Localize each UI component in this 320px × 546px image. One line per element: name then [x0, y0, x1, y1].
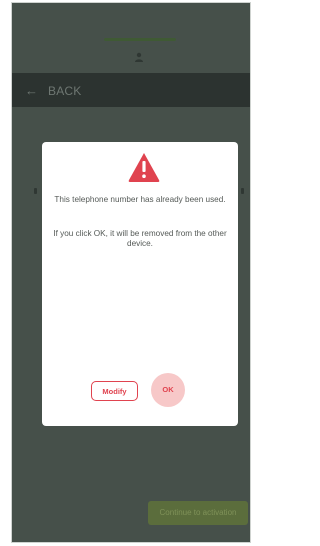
header-divider — [104, 38, 176, 41]
ok-button[interactable]: OK — [151, 373, 185, 407]
modify-button[interactable]: Modify — [91, 381, 138, 401]
nav-bar: ← BACK — [12, 73, 250, 107]
dialog-message-secondary: If you click OK, it will be removed from… — [53, 229, 227, 248]
carousel-right-marker — [241, 188, 244, 194]
dialog-message-primary: This telephone number has already been u… — [54, 195, 226, 204]
confirmation-dialog: This telephone number has already been u… — [42, 142, 238, 426]
warning-icon — [128, 153, 160, 182]
back-button[interactable]: BACK — [48, 84, 81, 98]
back-arrow-icon[interactable]: ← — [25, 83, 38, 98]
user-icon — [135, 52, 143, 62]
carousel-left-marker — [34, 188, 37, 194]
continue-button[interactable]: Continue to activation — [148, 501, 248, 525]
